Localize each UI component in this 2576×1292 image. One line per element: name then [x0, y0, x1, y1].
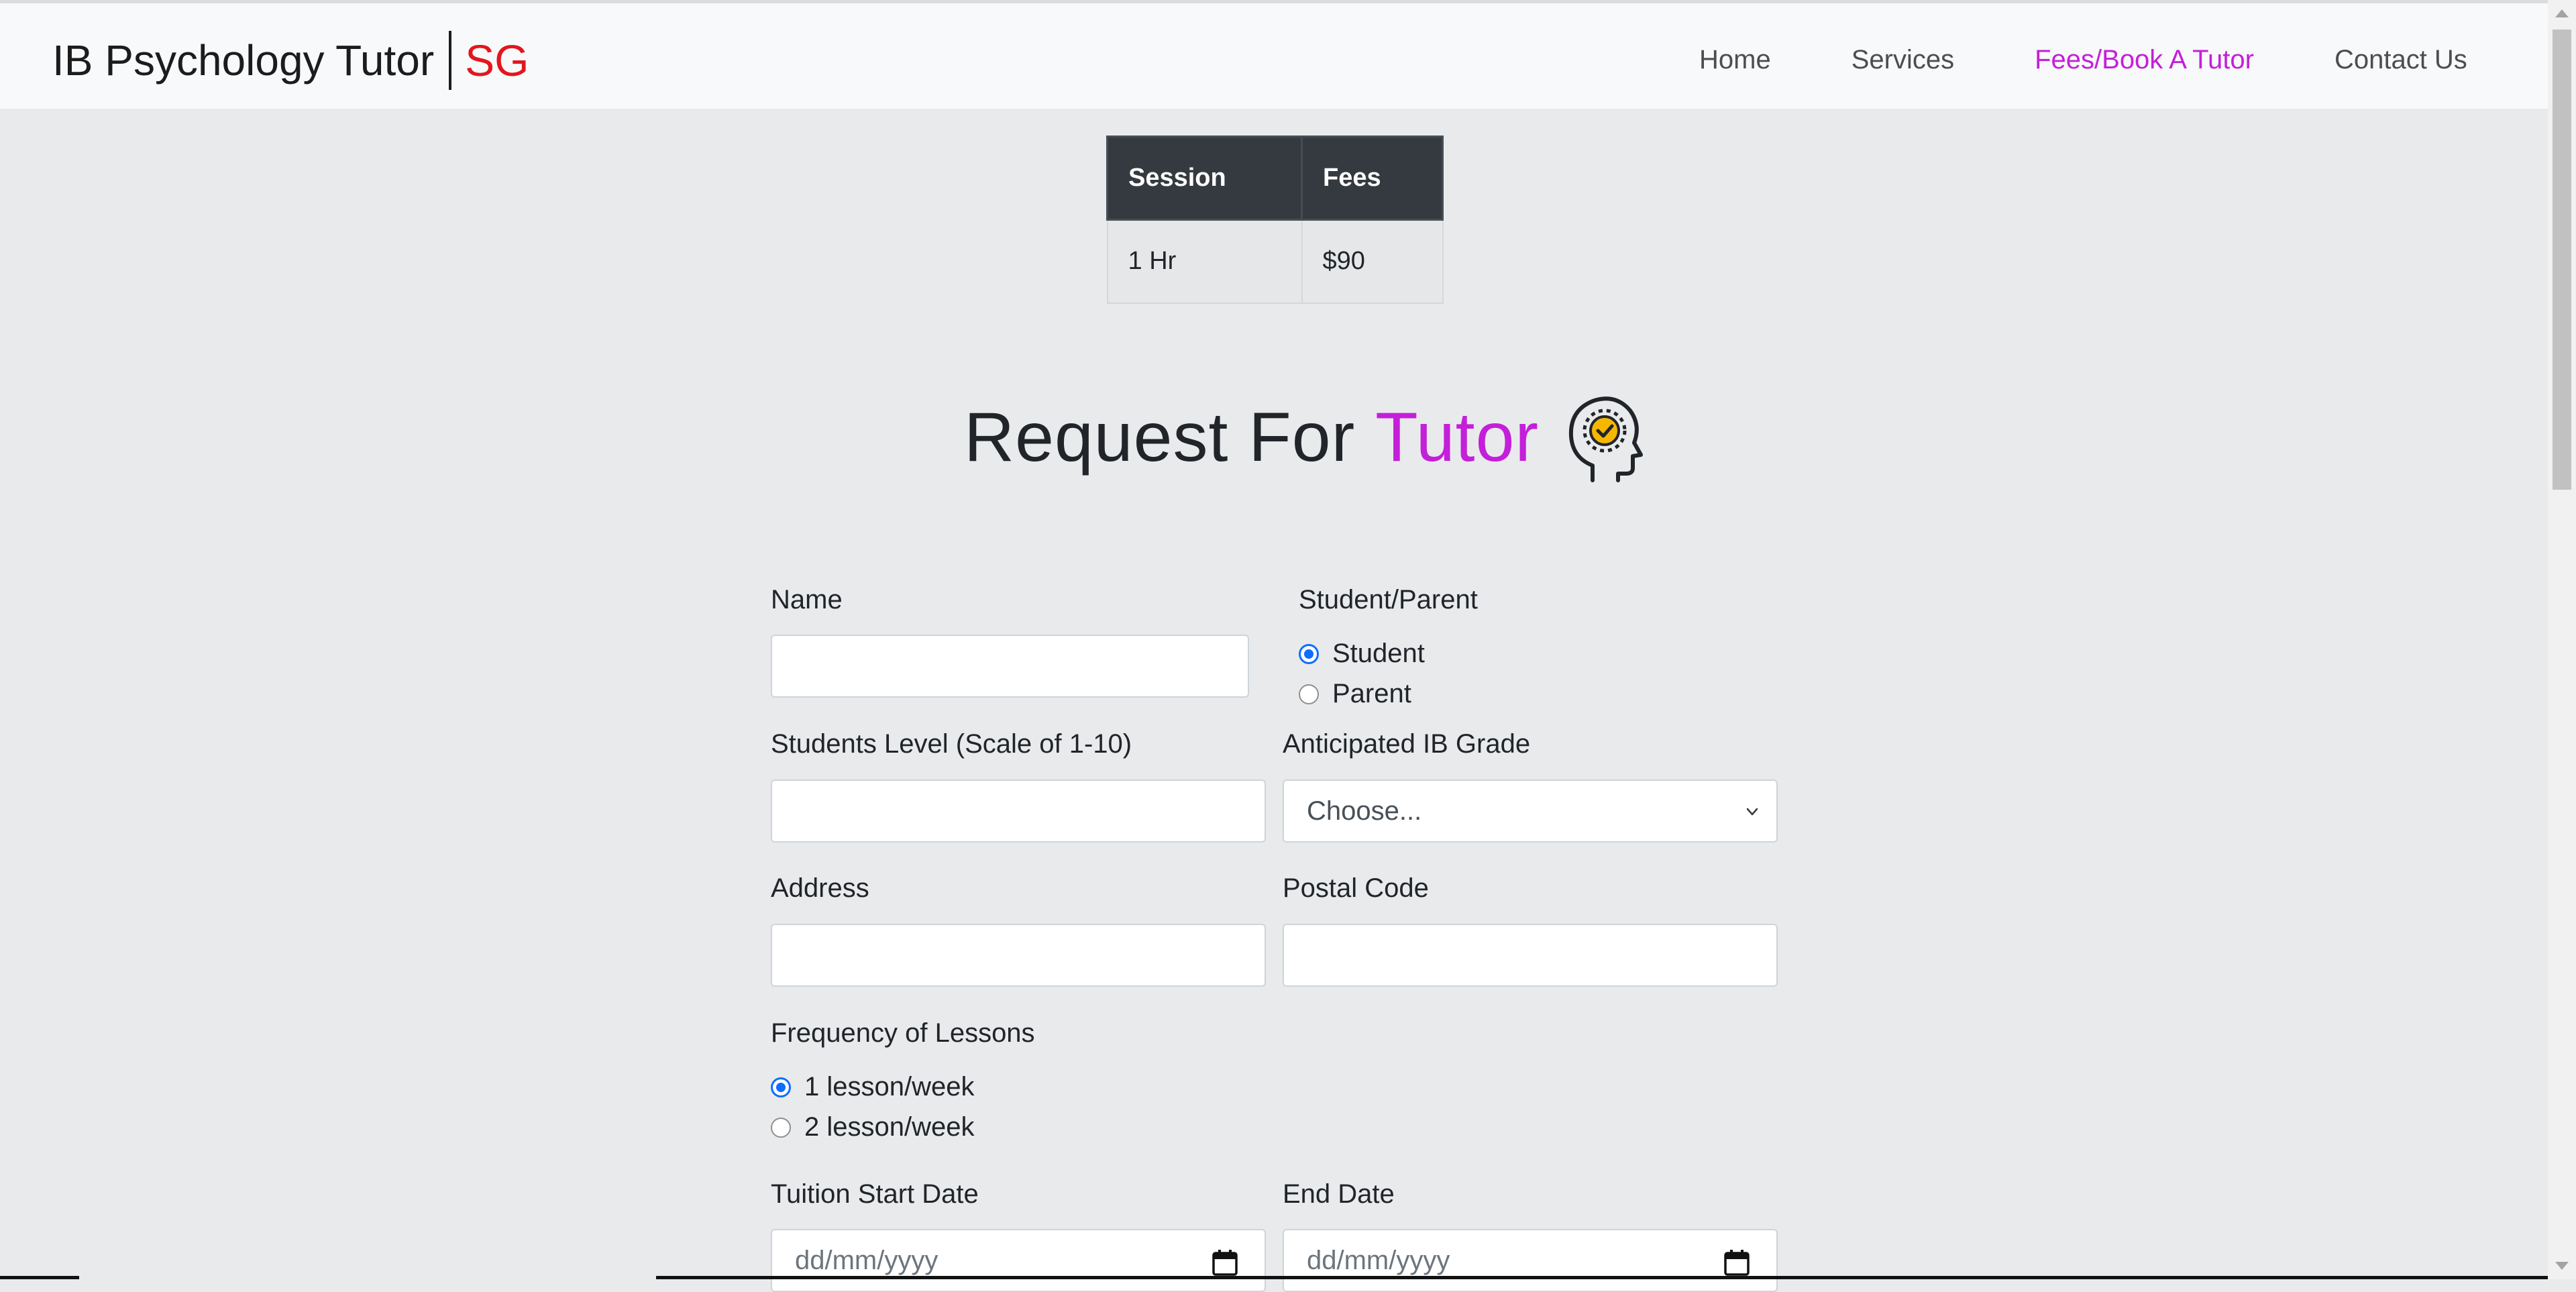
- radio-parent[interactable]: Parent: [1299, 679, 1411, 709]
- radio-1-lesson-control[interactable]: [771, 1077, 791, 1097]
- nav-link-contact-us[interactable]: Contact Us: [2334, 42, 2467, 77]
- postal-code-input[interactable]: [1283, 924, 1778, 987]
- page: IB Psychology Tutor SG Home Services Fee…: [0, 0, 2548, 1292]
- radio-2-lesson[interactable]: 2 lesson/week: [771, 1112, 974, 1142]
- fees-table-header-session: Session: [1106, 136, 1303, 221]
- start-date-placeholder: dd/mm/yyyy: [795, 1245, 938, 1275]
- bottom-edge: [0, 1276, 79, 1279]
- end-date-placeholder: dd/mm/yyyy: [1307, 1245, 1450, 1275]
- fees-table-header-row: Session Fees: [1106, 136, 1444, 221]
- name-label: Name: [771, 585, 843, 614]
- student-parent-label: Student/Parent: [1299, 585, 1478, 614]
- fees-table-cell-session: 1 Hr: [1106, 219, 1303, 304]
- nav-link-fees-book-a-tutor[interactable]: Fees/Book A Tutor: [2035, 42, 2254, 77]
- calendar-icon[interactable]: [1212, 1249, 1238, 1276]
- brand-divider: [449, 31, 452, 90]
- radio-student-label: Student: [1332, 639, 1425, 668]
- end-date-label: End Date: [1283, 1179, 1395, 1209]
- address-label: Address: [771, 873, 869, 903]
- start-date-label: Tuition Start Date: [771, 1179, 979, 1209]
- radio-student-control[interactable]: [1299, 643, 1319, 664]
- page-title: Request For Tutor: [964, 390, 1645, 484]
- postal-code-label: Postal Code: [1283, 873, 1429, 903]
- end-date-input[interactable]: dd/mm/yyyy: [1283, 1229, 1778, 1292]
- page-scrollbar[interactable]: [2548, 0, 2576, 1279]
- brand-logo[interactable]: IB Psychology Tutor SG: [52, 30, 529, 91]
- radio-2-lesson-control[interactable]: [771, 1117, 791, 1138]
- fees-table-header-fees: Fees: [1301, 136, 1444, 221]
- students-level-label: Students Level (Scale of 1-10): [771, 729, 1132, 759]
- start-date-input[interactable]: dd/mm/yyyy: [771, 1229, 1266, 1292]
- radio-1-lesson[interactable]: 1 lesson/week: [771, 1072, 974, 1102]
- scroll-down-icon[interactable]: [2555, 1262, 2569, 1270]
- head-check-icon: [1569, 396, 1644, 482]
- radio-2-lesson-label: 2 lesson/week: [804, 1112, 975, 1142]
- radio-student[interactable]: Student: [1299, 639, 1425, 669]
- radio-parent-control[interactable]: [1299, 684, 1319, 704]
- main-nav: Home Services Fees/Book A Tutor Contact …: [1699, 42, 2467, 77]
- name-input[interactable]: [771, 635, 1249, 698]
- address-input[interactable]: [771, 924, 1266, 987]
- nav-link-services[interactable]: Services: [1851, 42, 1954, 77]
- nav-link-home[interactable]: Home: [1699, 42, 1771, 77]
- fees-table-cell-fee: $90: [1301, 219, 1444, 304]
- page-title-text: Request For Tutor: [964, 398, 1539, 478]
- brand-suffix: SG: [465, 36, 529, 85]
- anticipated-grade-value: Choose...: [1307, 796, 1422, 826]
- fees-table: Session Fees 1 Hr $90: [1106, 136, 1444, 304]
- students-level-input[interactable]: [771, 779, 1266, 843]
- radio-parent-label: Parent: [1332, 679, 1411, 708]
- scroll-up-icon[interactable]: [2555, 9, 2569, 17]
- scrollbar-thumb[interactable]: [2553, 30, 2571, 490]
- table-row: 1 Hr $90: [1106, 219, 1444, 304]
- bottom-edge: [656, 1276, 2548, 1279]
- chevron-down-icon: [1746, 808, 1758, 816]
- anticipated-grade-select[interactable]: Choose...: [1283, 779, 1778, 843]
- brand-name: IB Psychology Tutor: [52, 36, 435, 85]
- anticipated-grade-label: Anticipated IB Grade: [1283, 729, 1531, 759]
- radio-1-lesson-label: 1 lesson/week: [804, 1072, 975, 1101]
- navbar: IB Psychology Tutor SG Home Services Fee…: [0, 3, 2548, 109]
- page-title-accent: Tutor: [1375, 398, 1540, 476]
- page-title-main: Request For: [964, 398, 1356, 476]
- calendar-icon[interactable]: [1724, 1249, 1750, 1276]
- frequency-label: Frequency of Lessons: [771, 1018, 1035, 1048]
